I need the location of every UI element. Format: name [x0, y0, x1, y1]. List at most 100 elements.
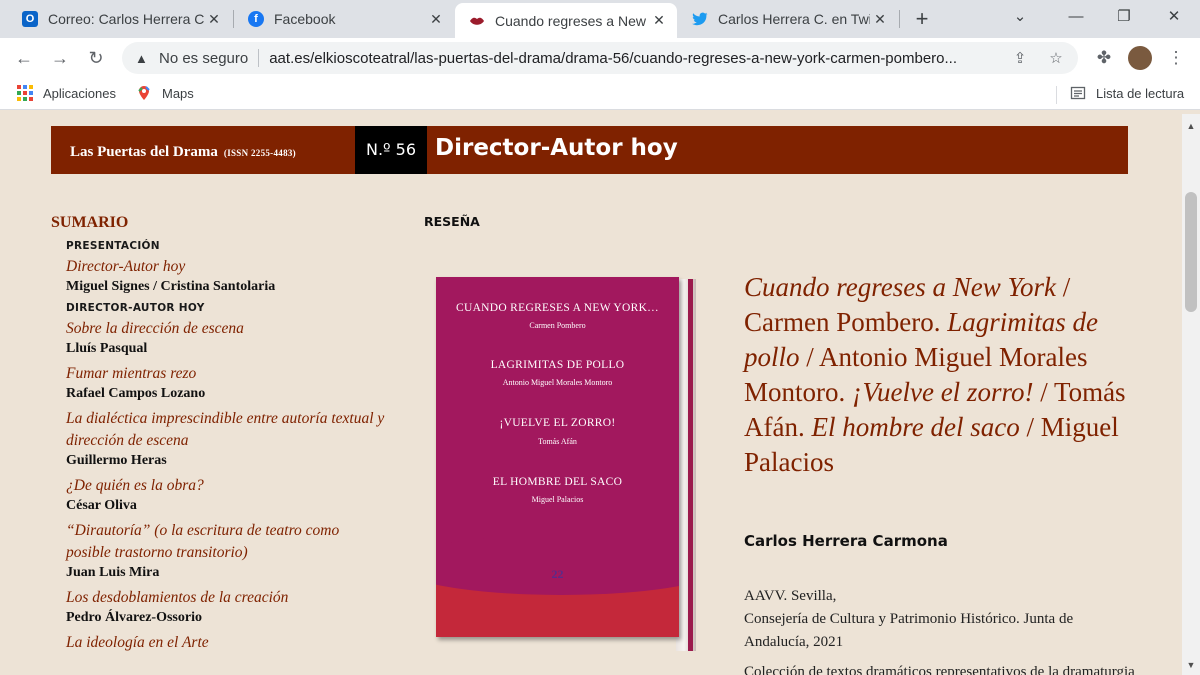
cover-work-author: Miguel Palacios	[531, 495, 584, 504]
cover-work-author: Antonio Miguel Morales Montoro	[502, 378, 613, 387]
cover-work-title: ¡VUELVE EL ZORRO!	[499, 417, 616, 429]
cover-work-title: LAGRIMITAS DE POLLO	[490, 359, 625, 371]
browser-toolbar: ← → ↻ ▲ No es seguro aat.es/elkioscoteat…	[0, 38, 1200, 78]
reading-list-icon	[1070, 85, 1086, 101]
tab-title: Facebook	[274, 11, 336, 27]
review-title-part: ¡Vuelve el zorro!	[852, 377, 1034, 407]
cover-collection-number: 22	[551, 567, 564, 581]
toc-item-author: Pedro Álvarez-Ossorio	[66, 610, 202, 625]
toc-item-title[interactable]: La dialéctica imprescindible entre autor…	[66, 408, 386, 452]
issue-number: N.º 56	[355, 126, 427, 174]
forward-icon[interactable]: →	[46, 44, 74, 72]
toc-item-author: Lluís Pasqual	[66, 341, 148, 356]
bookmarks-bar: Aplicaciones Maps Lista de lectura	[0, 78, 1200, 110]
tab-title: Correo: Carlos Herrera Ca	[48, 11, 204, 27]
toc-item-title[interactable]: Fumar mientras rezo	[66, 363, 386, 385]
tab-divider	[899, 10, 900, 28]
cover-work-author: Carmen Pombero	[529, 321, 586, 330]
apps-grid-icon	[17, 85, 33, 101]
review-body-text: Colección de textos dramáticos represent…	[744, 664, 1134, 675]
issue-title: Director-Autor hoy	[435, 135, 678, 161]
reading-list-button[interactable]: Lista de lectura	[1070, 85, 1184, 101]
book-cover-image: CUANDO REGRESES A NEW YORK… Carmen Pombe…	[436, 277, 696, 651]
omnibox-divider	[258, 49, 260, 67]
book-spine-stripe	[688, 279, 693, 651]
security-label[interactable]: No es seguro	[159, 50, 248, 67]
menu-kebab-icon[interactable]: ⋮	[1164, 46, 1188, 70]
profile-avatar[interactable]	[1128, 46, 1152, 70]
journal-title[interactable]: Las Puertas del Drama (ISSN 2255-4483)	[70, 144, 296, 161]
cover-work-title: CUANDO REGRESES A NEW YORK…	[456, 302, 659, 314]
toc-section-label: DIRECTOR-AUTOR HOY	[66, 302, 205, 314]
page-scrollbar[interactable]: ▲ ▼	[1182, 114, 1200, 675]
url-text[interactable]: aat.es/elkioscoteatral/las-puertas-del-d…	[269, 50, 1009, 67]
page-content: Las Puertas del Drama (ISSN 2255-4483) N.…	[0, 114, 1182, 675]
toc-item-title[interactable]: Director-Autor hoy	[66, 256, 386, 278]
bookmark-apps[interactable]: Aplicaciones	[17, 85, 116, 101]
review-title: Cuando regreses a New York / Carmen Pomb…	[744, 270, 1144, 480]
warning-icon: ▲	[135, 51, 148, 66]
new-tab-icon[interactable]: +	[908, 6, 936, 34]
bookmark-label: Aplicaciones	[43, 85, 116, 101]
back-icon[interactable]: ←	[10, 44, 38, 72]
book-spine	[676, 279, 696, 651]
scroll-thumb[interactable]	[1185, 192, 1197, 312]
site-lips-icon	[469, 13, 485, 29]
facebook-icon: f	[248, 11, 264, 27]
toc-item-author: Juan Luis Mira	[66, 565, 160, 580]
issn: (ISSN 2255-4483)	[223, 148, 296, 158]
toc-item-author: César Oliva	[66, 498, 137, 513]
close-icon[interactable]: ✕	[870, 11, 890, 28]
tab-title: Carlos Herrera C. en Twitt	[718, 11, 870, 27]
tab-title: Cuando regreses a New Y	[495, 12, 649, 29]
window-close-icon[interactable]: ✕	[1154, 4, 1194, 30]
close-icon[interactable]: ✕	[204, 11, 224, 28]
journal-name: Las Puertas del Drama	[70, 144, 218, 160]
journal-banner: Las Puertas del Drama (ISSN 2255-4483) N.…	[51, 126, 1128, 174]
restore-icon[interactable]: ❐	[1104, 4, 1144, 30]
toc-section-label: PRESENTACIÓN	[66, 240, 160, 252]
scroll-down-icon[interactable]: ▼	[1182, 657, 1200, 673]
bookmark-star-icon[interactable]: ☆	[1046, 49, 1066, 69]
toc-item-title[interactable]: Los desdoblamientos de la creación	[66, 587, 386, 609]
toc-item-title[interactable]: “Dirautoría” (o la escritura de teatro c…	[66, 520, 386, 564]
cover-work-author: Tomás Afán	[538, 437, 577, 446]
tab-facebook[interactable]: f Facebook ✕	[234, 0, 454, 38]
outlook-icon: O	[22, 11, 38, 27]
cover-curve	[436, 535, 679, 595]
bookmark-maps[interactable]: Maps	[136, 85, 194, 101]
tab-search-chevron-icon[interactable]: ⌄	[1000, 4, 1040, 30]
scroll-up-icon[interactable]: ▲	[1182, 118, 1200, 134]
toc-item-author: Rafael Campos Lozano	[66, 386, 206, 401]
pub-line: Consejería de Cultura y Patrimonio Histó…	[744, 611, 1074, 650]
review-title-part: Cuando regreses a New York	[744, 272, 1057, 302]
section-label: RESEÑA	[424, 214, 480, 229]
extensions-icon[interactable]: ✤	[1092, 46, 1116, 70]
maps-pin-icon	[136, 85, 152, 101]
review-title-part: El hombre del saco	[811, 412, 1020, 442]
toc-item-author: Miguel Signes / Cristina Santolaria	[66, 279, 276, 294]
table-of-contents: PRESENTACIÓN Director-Autor hoy Miguel S…	[66, 238, 386, 654]
toc-item-title[interactable]: ¿De quién es la obra?	[66, 475, 386, 497]
toc-item-author: Guillermo Heras	[66, 453, 167, 468]
toc-item-title[interactable]: Sobre la dirección de escena	[66, 318, 386, 340]
tab-outlook[interactable]: O Correo: Carlos Herrera Ca ✕	[8, 0, 232, 38]
reviewer-name: Carlos Herrera Carmona	[744, 532, 948, 550]
minimize-icon[interactable]: —	[1056, 4, 1096, 30]
close-icon[interactable]: ✕	[426, 11, 446, 28]
twitter-icon	[692, 11, 708, 27]
close-icon[interactable]: ✕	[649, 12, 669, 29]
book-cover: CUANDO REGRESES A NEW YORK… Carmen Pombe…	[436, 277, 679, 637]
address-bar[interactable]: ▲ No es seguro aat.es/elkioscoteatral/la…	[122, 42, 1078, 74]
tab-twitter[interactable]: Carlos Herrera C. en Twitt ✕	[678, 0, 898, 38]
bookmark-label: Maps	[162, 85, 194, 101]
tab-strip: O Correo: Carlos Herrera Ca ✕ f Facebook…	[0, 0, 1200, 38]
toc-item-title[interactable]: La ideología en el Arte	[66, 632, 386, 654]
share-icon[interactable]: ⇪	[1010, 49, 1030, 69]
pub-line: AAVV. Sevilla,	[744, 588, 837, 604]
publication-info: AAVV. Sevilla, Consejería de Cultura y P…	[744, 585, 1134, 654]
reload-icon[interactable]: ↻	[82, 44, 110, 72]
tab-active-review[interactable]: Cuando regreses a New Y ✕	[455, 3, 677, 38]
cover-work-title: EL HOMBRE DEL SACO	[492, 476, 623, 488]
bookmark-label: Lista de lectura	[1096, 85, 1185, 101]
